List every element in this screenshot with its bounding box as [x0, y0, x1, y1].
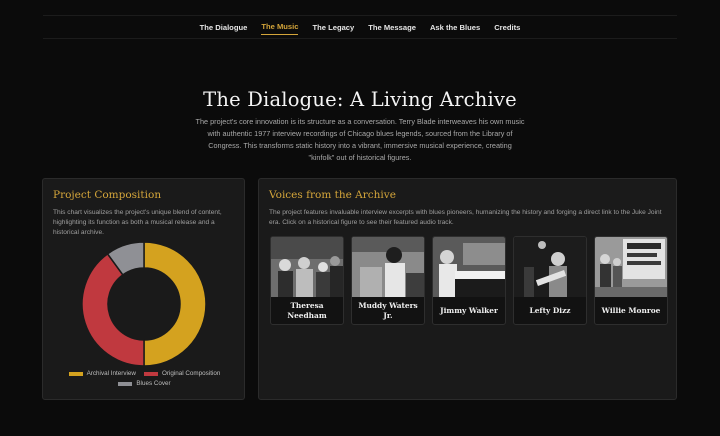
- voices-archive-card: Voices from the Archive The project feat…: [258, 178, 677, 400]
- legend-item-original-composition[interactable]: Original Composition: [143, 369, 221, 379]
- figure-name: Theresa Needham: [287, 301, 327, 320]
- figure-card-willie-monroe[interactable]: Willie Monroe: [594, 236, 668, 325]
- figure-name: Jimmy Walker: [440, 306, 498, 315]
- nav-the-legacy[interactable]: The Legacy: [312, 20, 354, 35]
- composition-donut-chart[interactable]: [74, 241, 214, 367]
- muddy-waters-jr-photo: [352, 237, 424, 297]
- figure-card-lefty-dizz[interactable]: Lefty Dizz: [513, 236, 587, 325]
- nav-the-message[interactable]: The Message: [368, 20, 416, 35]
- composition-description: This chart visualizes the project's uniq…: [53, 209, 222, 236]
- figure-name: Muddy Waters Jr.: [358, 301, 418, 320]
- main-nav: The Dialogue The Music The Legacy The Me…: [43, 15, 677, 39]
- figure-name: Lefty Dizz: [529, 306, 571, 315]
- lefty-dizz-photo: [514, 237, 586, 297]
- jimmy-walker-photo: [433, 237, 505, 297]
- willie-monroe-photo: [595, 237, 667, 297]
- legend-swatch: [143, 371, 158, 376]
- donut-slice-original-composition[interactable]: [81, 252, 145, 367]
- figure-card-jimmy-walker[interactable]: Jimmy Walker: [432, 236, 506, 325]
- figure-grid: Theresa Needham Muddy Waters Jr. Jimmy W…: [270, 236, 668, 325]
- legend-swatch: [118, 382, 133, 386]
- voices-title: Voices from the Archive: [269, 189, 396, 201]
- composition-title: Project Composition: [53, 189, 162, 201]
- figure-name: Willie Monroe: [601, 306, 661, 315]
- voices-description: The project features invaluable intervie…: [269, 209, 662, 226]
- nav-the-music[interactable]: The Music: [261, 19, 299, 35]
- donut-slice-archival-interview[interactable]: [143, 241, 207, 367]
- nav-credits[interactable]: Credits: [494, 20, 520, 35]
- figure-card-theresa-needham[interactable]: Theresa Needham: [270, 236, 344, 325]
- legend-swatch: [68, 371, 83, 376]
- legend-item-archival-interview[interactable]: Archival Interview: [68, 369, 136, 379]
- hero-section: The Dialogue: A Living Archive The proje…: [0, 88, 720, 164]
- nav-ask-the-blues[interactable]: Ask the Blues: [430, 20, 480, 35]
- legend-item-blues-cover[interactable]: Blues Cover: [118, 379, 171, 389]
- theresa-needham-photo: [271, 237, 343, 297]
- chart-legend: Archival Interview Original Composition Bl…: [43, 369, 246, 390]
- page-title: The Dialogue: A Living Archive: [203, 88, 517, 111]
- project-composition-card: Project Composition This chart visualize…: [42, 178, 245, 400]
- hero-description: The project's core innovation is its str…: [195, 117, 525, 162]
- figure-card-muddy-waters-jr[interactable]: Muddy Waters Jr.: [351, 236, 425, 325]
- legend-label: Original Composition: [161, 370, 221, 377]
- legend-label: Blues Cover: [136, 380, 171, 388]
- nav-the-dialogue[interactable]: The Dialogue: [200, 20, 248, 35]
- legend-label: Archival Interview: [86, 370, 136, 377]
